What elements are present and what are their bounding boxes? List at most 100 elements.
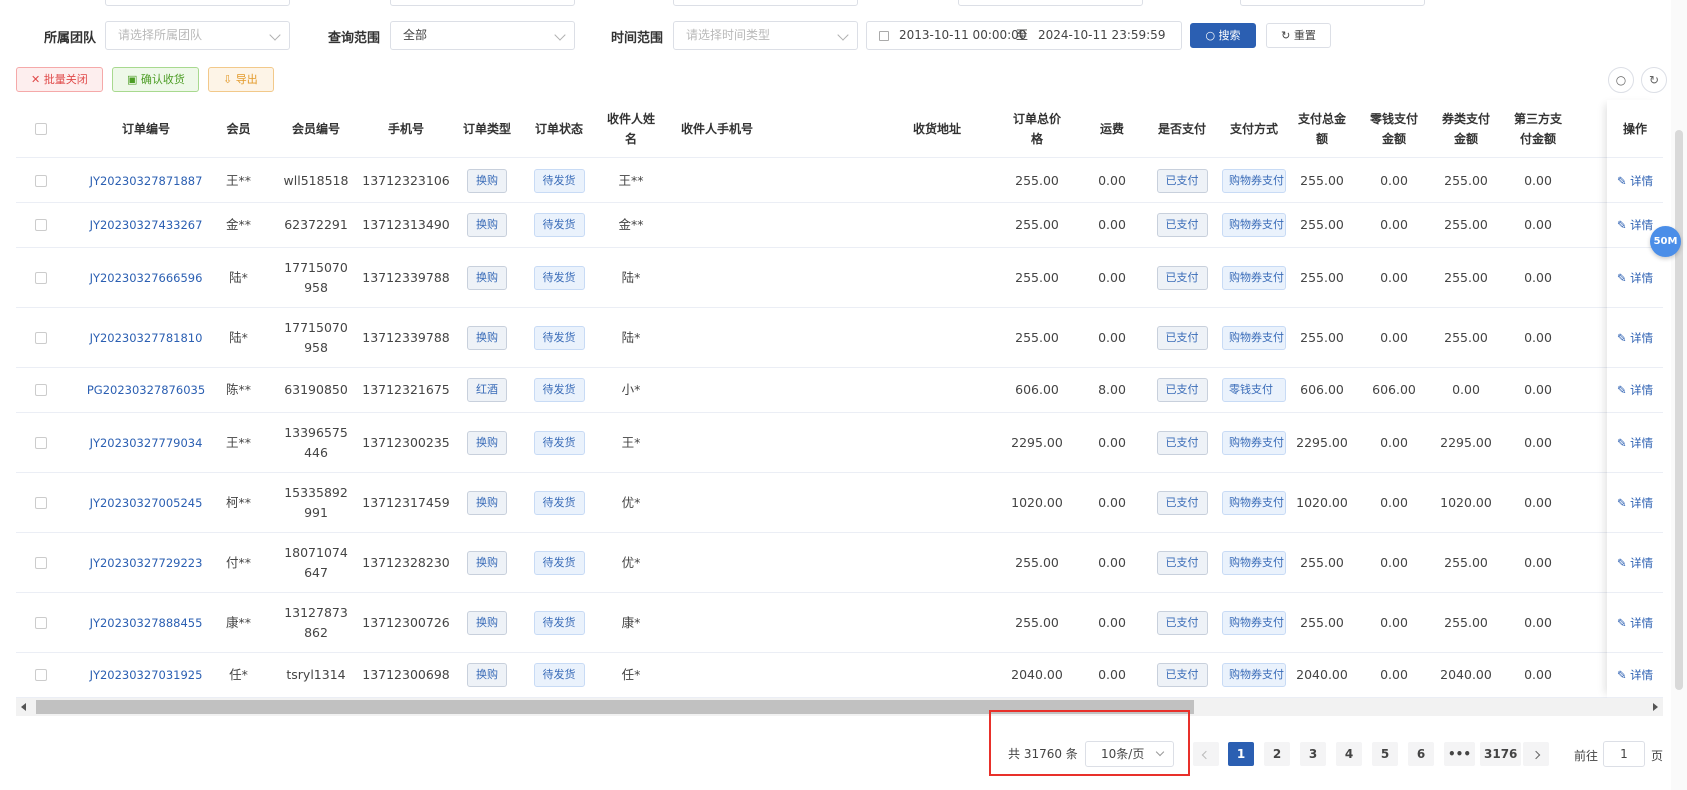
cell-order-total: 2295.00 <box>1011 434 1063 450</box>
batch-close-button[interactable]: ✕ 批量关闭 <box>16 67 103 92</box>
row-checkbox[interactable] <box>35 616 47 629</box>
cell-phone: 13712339788 <box>362 269 450 285</box>
time-label: 时间范围 <box>611 31 664 46</box>
table-row[interactable]: JY20230327781810 陆* 17715070 958 13712339788… <box>16 308 1663 368</box>
detail-link[interactable]: ✎ 详情 <box>1617 268 1653 288</box>
reset-button[interactable]: ↻ 重置 <box>1266 23 1331 48</box>
search-button[interactable]: ○ 搜索 <box>1190 23 1256 48</box>
page-button[interactable]: 5 <box>1372 742 1398 766</box>
row-checkbox[interactable] <box>35 331 47 344</box>
member-no-line: 17715070 <box>284 319 348 335</box>
row-checkbox[interactable] <box>35 219 47 231</box>
detail-link[interactable]: ✎ 详情 <box>1617 665 1653 685</box>
cell-pay-method: 购物券支付 <box>1222 248 1286 307</box>
detail-link[interactable]: ✎ 详情 <box>1617 493 1653 513</box>
page-button[interactable]: 3176 <box>1480 742 1522 766</box>
row-checkbox[interactable] <box>35 174 47 187</box>
page-button[interactable]: 2 <box>1264 742 1290 766</box>
detail-link[interactable]: ✎ 详情 <box>1617 171 1653 191</box>
date-end[interactable]: 2024-10-11 23:59:59 <box>1038 22 1165 49</box>
time-type-select[interactable]: 请选择时间类型 <box>673 21 858 50</box>
table-row[interactable]: JY20230327779034 王** 13396575 446 1371230023… <box>16 413 1663 473</box>
row-checkbox[interactable] <box>35 384 47 396</box>
table-row[interactable]: JY20230327729223 付** 18071074 647 1371232823… <box>16 533 1663 593</box>
cell-freight: 0.00 <box>1098 434 1126 450</box>
select-all-checkbox[interactable] <box>35 123 47 135</box>
cell-order-type: 换购 <box>451 308 523 367</box>
refresh-button[interactable]: ↻ <box>1641 67 1667 93</box>
pay-method-tag: 购物券支付 <box>1222 168 1286 193</box>
row-checkbox[interactable] <box>35 271 47 284</box>
cell-pay-total: 255.00 <box>1300 554 1344 570</box>
confirm-receipt-button[interactable]: ▣ 确认收货 <box>112 67 199 92</box>
scroll-left-icon[interactable] <box>21 703 26 711</box>
vertical-scrollbar[interactable] <box>1671 0 1687 790</box>
top-input-5[interactable] <box>1240 0 1425 6</box>
detail-link[interactable]: ✎ 详情 <box>1617 433 1653 453</box>
page-button[interactable]: 4 <box>1336 742 1362 766</box>
detail-link[interactable]: ✎ 详情 <box>1617 613 1653 633</box>
cell-order-no[interactable]: JY20230327871887 <box>66 159 226 202</box>
table-row[interactable]: PG20230327876035 陈** 63190850 13712321675 红酒… <box>16 368 1663 413</box>
cell-operation: ✎ 详情 <box>1607 413 1663 472</box>
cell-order-no[interactable]: JY20230327666596 <box>66 248 226 307</box>
cell-paid: 已支付 <box>1142 413 1222 472</box>
table-row[interactable]: JY20230327005245 柯** 15335892 991 1371231745… <box>16 473 1663 533</box>
detail-link[interactable]: ✎ 详情 <box>1617 380 1653 400</box>
cell-order-no[interactable]: JY20230327781810 <box>66 308 226 367</box>
next-page-button[interactable] <box>1523 742 1549 766</box>
cell-order-no[interactable]: JY20230327729223 <box>66 533 226 592</box>
cell-order-no[interactable]: JY20230327031925 <box>66 653 226 697</box>
detail-label: 详情 <box>1630 435 1654 450</box>
prev-page-button[interactable] <box>1193 742 1219 766</box>
date-range-picker[interactable]: 2013-10-11 00:00:00 至 2024-10-11 23:59:5… <box>866 21 1182 50</box>
team-select[interactable]: 请选择所属团队 <box>105 21 290 50</box>
top-input-3[interactable] <box>673 0 858 6</box>
status-tag: 待发货 <box>533 168 585 193</box>
toggle-search-button[interactable]: ○ <box>1608 67 1634 93</box>
top-input-1[interactable] <box>105 0 290 6</box>
cell-order-no[interactable]: JY20230327433267 <box>66 203 226 247</box>
cell-order-no[interactable]: JY20230327888455 <box>66 593 226 652</box>
cell-order-no[interactable]: PG20230327876035 <box>66 368 226 412</box>
row-checkbox[interactable] <box>35 669 47 681</box>
page-button[interactable]: 1 <box>1228 742 1254 766</box>
floating-badge[interactable]: 50M <box>1650 226 1681 257</box>
table-row[interactable]: JY20230327666596 陆* 17715070 958 13712339788… <box>16 248 1663 308</box>
detail-link[interactable]: ✎ 详情 <box>1617 328 1653 348</box>
header-select-all[interactable] <box>16 100 66 158</box>
table-row[interactable]: JY20230327031925 任* tsryl1314 13712300698 换购… <box>16 653 1663 698</box>
top-input-4[interactable] <box>958 0 1143 6</box>
cell-order-no[interactable]: JY20230327779034 <box>66 413 226 472</box>
detail-label: 详情 <box>1630 383 1654 397</box>
row-checkbox[interactable] <box>35 436 47 449</box>
page-ellipsis[interactable]: ••• <box>1444 742 1476 766</box>
row-checkbox[interactable] <box>35 496 47 509</box>
detail-link[interactable]: ✎ 详情 <box>1617 553 1653 573</box>
export-button[interactable]: ⇩ 导出 <box>208 67 274 92</box>
table-row[interactable]: JY20230327871887 王** wll518518 13712323106 换… <box>16 159 1663 203</box>
table-row[interactable]: JY20230327433267 金** 62372291 13712313490 换购… <box>16 203 1663 248</box>
cell-recipient-name: 小* <box>621 382 641 397</box>
table-row[interactable]: JY20230327888455 康** 13127873 862 1371230072… <box>16 593 1663 653</box>
cell-order-no[interactable]: JY20230327005245 <box>66 473 226 532</box>
page-button[interactable]: 3 <box>1300 742 1326 766</box>
header-change-pay-line1: 零钱支付 <box>1369 112 1418 126</box>
date-start[interactable]: 2013-10-11 00:00:00 <box>899 22 1026 49</box>
scroll-right-icon[interactable] <box>1653 703 1658 711</box>
top-input-2[interactable] <box>390 0 575 6</box>
goto-page-input[interactable]: 1 <box>1603 741 1645 767</box>
detail-link[interactable]: ✎ 详情 <box>1617 215 1653 235</box>
cell-third-pay: 0.00 <box>1524 172 1552 188</box>
horizontal-scrollbar[interactable] <box>16 698 1663 716</box>
cell-select <box>16 308 66 367</box>
cell-order-type: 换购 <box>451 203 523 247</box>
paid-tag: 已支付 <box>1156 663 1208 687</box>
cell-change-pay: 0.00 <box>1380 494 1408 510</box>
row-checkbox[interactable] <box>35 556 47 569</box>
cell-order-total: 255.00 <box>1015 172 1059 188</box>
scope-select[interactable]: 全部 <box>390 21 575 50</box>
vertical-scroll-thumb[interactable] <box>1675 130 1683 690</box>
page-size-select[interactable]: 10条/页 <box>1085 741 1174 767</box>
page-button[interactable]: 6 <box>1408 742 1434 766</box>
